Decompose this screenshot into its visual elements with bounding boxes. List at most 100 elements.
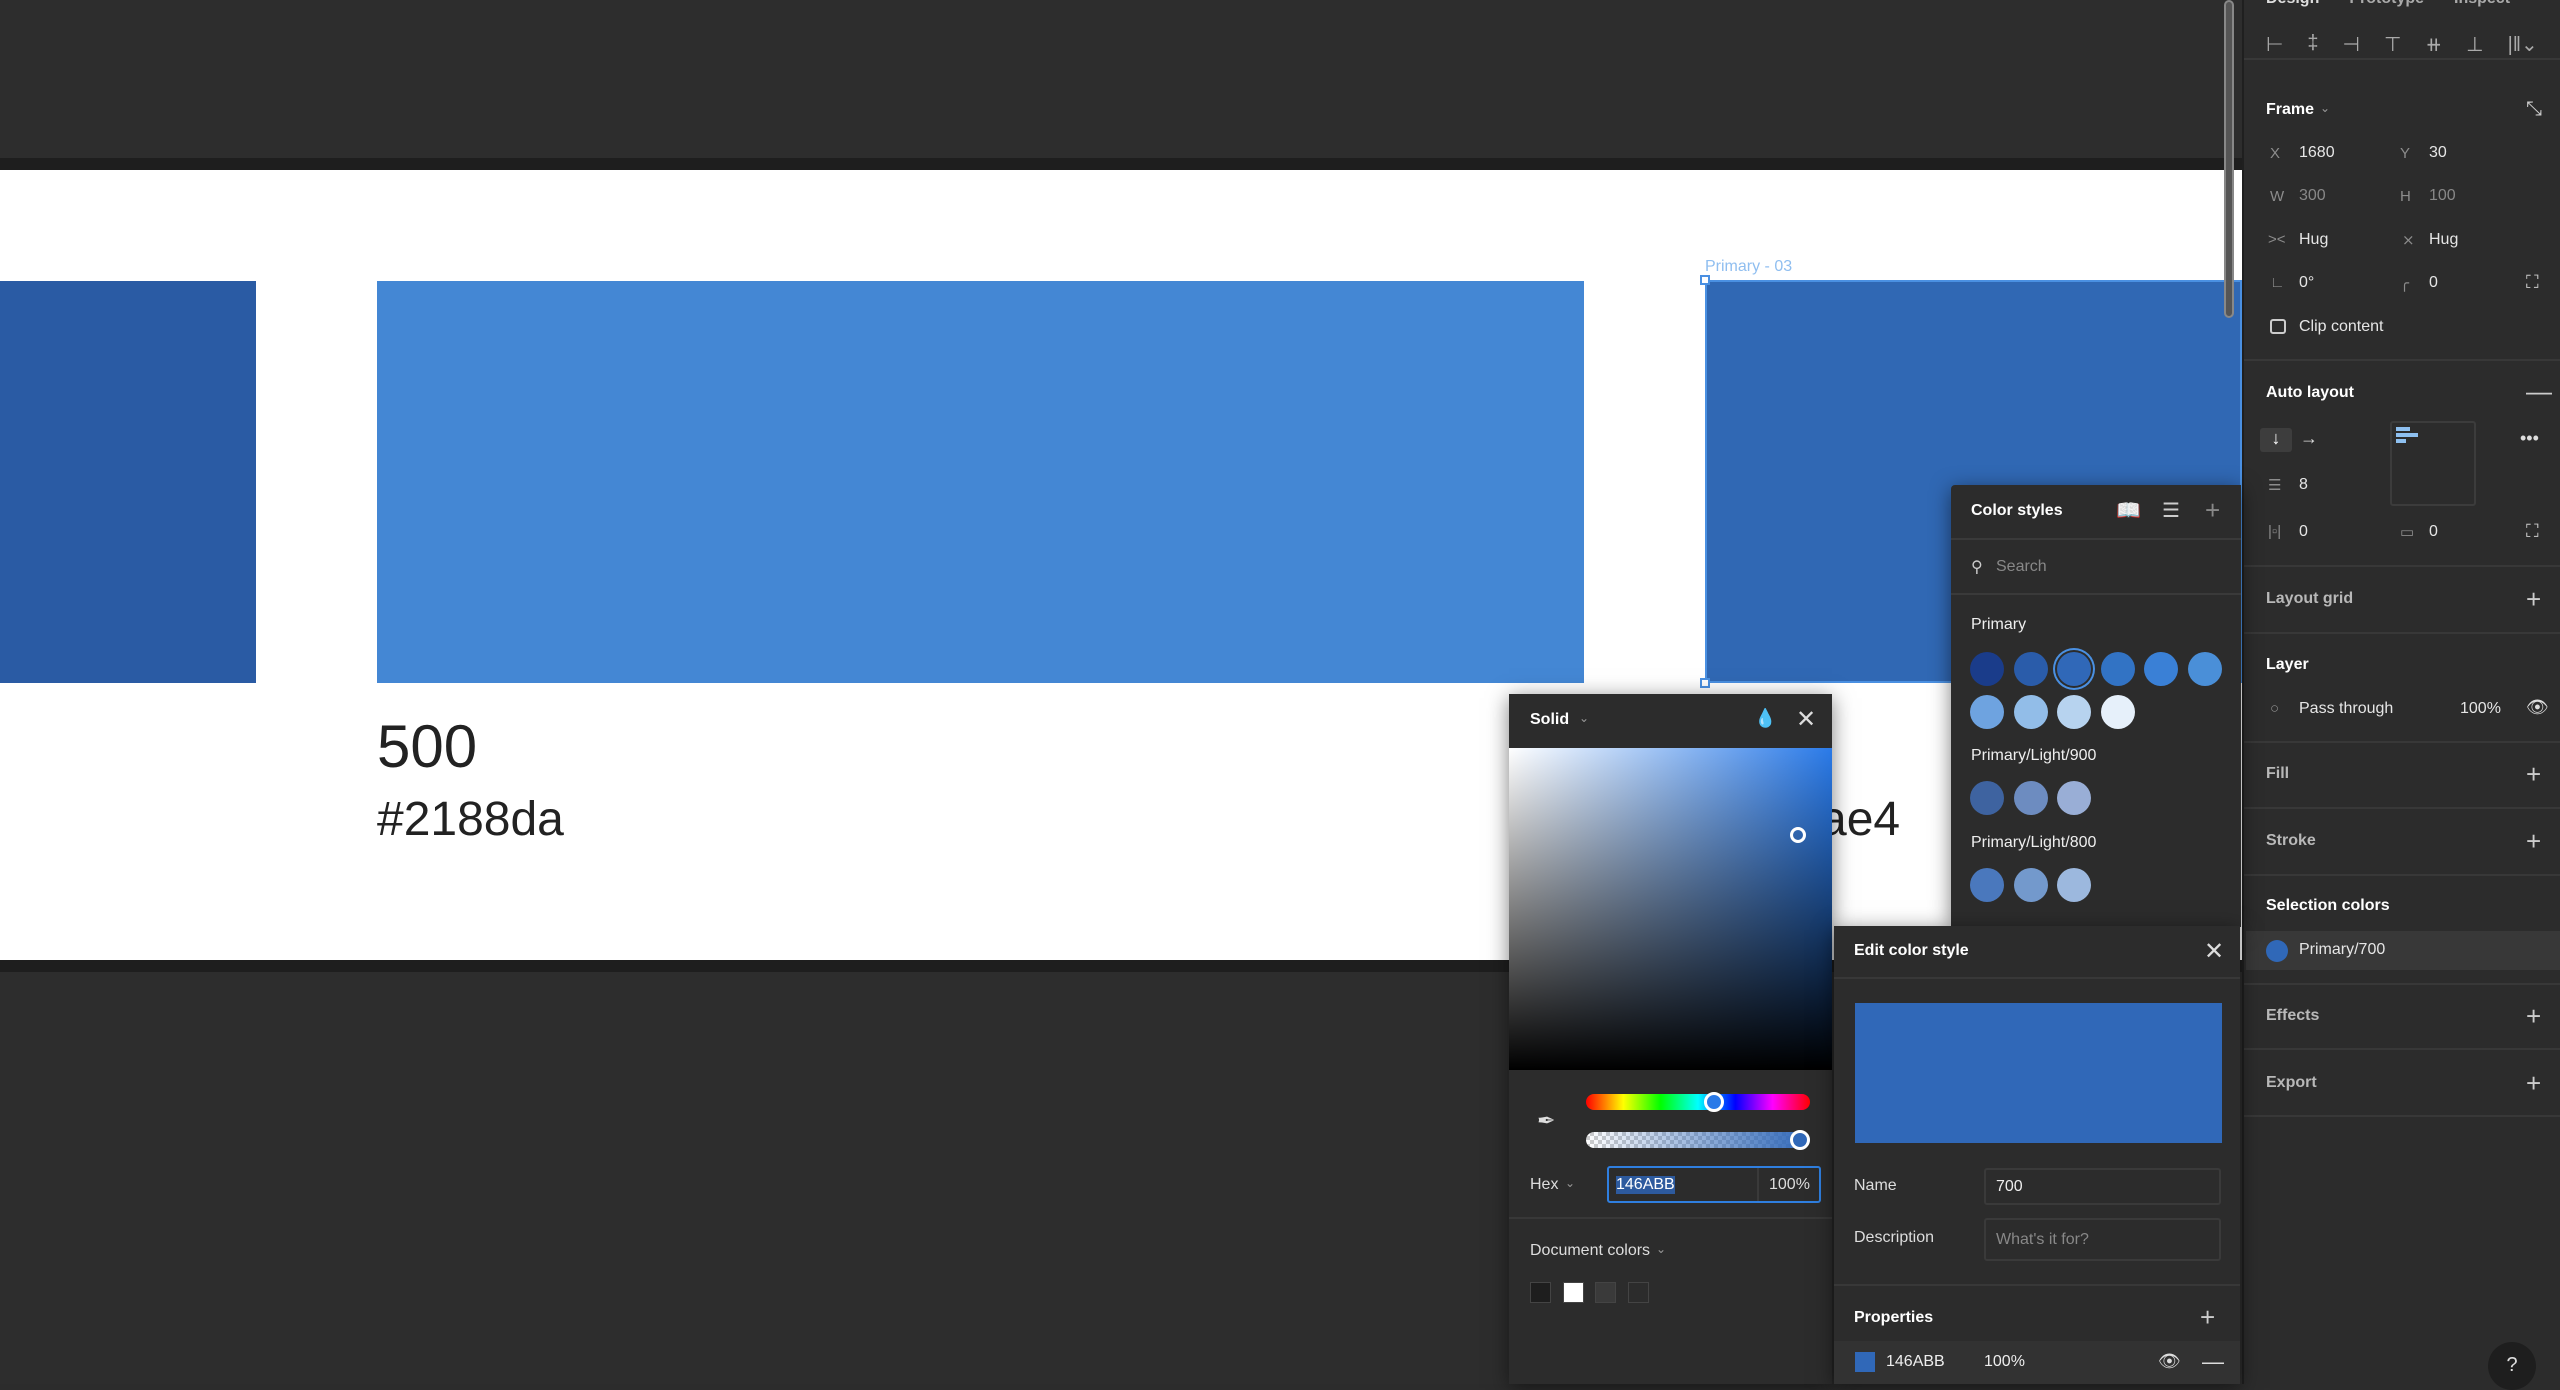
document-color-swatch[interactable] [1562,1282,1584,1303]
spacing-field[interactable]: 8 [2299,476,2308,494]
more-options-icon[interactable]: ••• [2520,428,2539,449]
y-field[interactable]: 30 [2429,144,2447,162]
frame-title[interactable]: Frame [2266,101,2314,119]
add-fill-icon[interactable]: + [2526,761,2541,787]
color-style-swatch[interactable] [1970,781,2004,815]
direction-vertical-icon[interactable]: ↓ [2260,428,2292,452]
color-style-swatch[interactable] [2057,695,2091,729]
eye-icon[interactable]: 👁 [2158,1351,2181,1372]
frame-label[interactable]: Primary - 03 [1705,258,1792,276]
clip-content-checkbox[interactable] [2270,319,2286,334]
color-style-swatch[interactable] [1970,695,2004,729]
color-style-swatch[interactable] [2013,781,2048,815]
color-style-swatch[interactable] [1970,652,2004,686]
color-style-swatch[interactable] [1970,868,2004,902]
color-swatch-rect[interactable] [0,281,256,683]
align-middle-icon[interactable]: ⧺ [2425,32,2442,57]
chevron-down-icon[interactable]: ⌄ [1579,711,1589,725]
canvas-scrollbar[interactable] [2224,0,2234,318]
hex-input-group[interactable]: 146ABB 100% [1607,1166,1821,1203]
color-style-swatch[interactable] [2100,695,2135,729]
list-view-icon[interactable]: ☰ [2162,498,2180,523]
add-effect-icon[interactable]: + [2526,1003,2541,1029]
color-swatch-rect-500[interactable] [377,281,1584,683]
property-color-swatch[interactable] [1855,1352,1875,1372]
color-style-swatch[interactable] [2100,652,2135,686]
layer-opacity-field[interactable]: 100% [2460,700,2501,718]
selection-color-item[interactable]: Primary/700 [2246,931,2560,970]
align-right-icon[interactable]: ⊣ [2343,32,2360,57]
help-button[interactable]: ? [2488,1342,2536,1390]
width-sizing-select[interactable]: Hug [2299,231,2328,249]
add-layout-grid-icon[interactable]: + [2526,586,2541,612]
align-center-h-icon[interactable]: ‡ [2307,32,2318,57]
individual-padding-icon[interactable]: ⛶ [2526,521,2539,542]
distribute-icon[interactable]: |‖⌄ [2508,32,2538,57]
close-icon[interactable]: ✕ [2204,937,2224,966]
add-stroke-icon[interactable]: + [2526,828,2541,854]
opacity-input[interactable]: 100% [1769,1176,1810,1194]
color-style-swatch[interactable] [2013,695,2048,729]
independent-corners-icon[interactable]: ⛶ [2526,272,2539,293]
eye-icon[interactable]: 👁 [2526,697,2549,718]
color-style-swatch[interactable] [2013,868,2048,902]
radius-field[interactable]: 0 [2429,274,2438,292]
color-style-swatch[interactable] [2013,652,2048,686]
library-icon[interactable]: 📖 [2116,498,2141,523]
opacity-slider[interactable] [1586,1130,1810,1150]
hue-slider-thumb[interactable] [1704,1092,1725,1112]
document-colors-select[interactable]: Document colors [1530,1242,1650,1260]
opacity-slider-thumb[interactable] [1790,1130,1810,1150]
height-sizing-select[interactable]: Hug [2429,231,2458,249]
close-icon[interactable]: ✕ [1796,705,1816,734]
x-field[interactable]: 1680 [2299,144,2335,162]
add-property-icon[interactable]: + [2200,1304,2215,1330]
hue-slider[interactable] [1586,1092,1810,1112]
blend-drop-icon[interactable]: 💧 [1754,708,1776,729]
alignment-grid[interactable] [2390,421,2476,506]
resize-handle[interactable] [1700,678,1710,688]
vertical-padding-field[interactable]: 0 [2429,523,2438,541]
direction-horizontal-icon[interactable]: → [2300,428,2318,449]
resize-handle[interactable] [1700,275,1710,285]
chevron-down-icon[interactable]: ⌄ [1565,1176,1575,1190]
color-handle[interactable] [1790,827,1806,843]
saturation-brightness-area[interactable] [1509,748,1832,1070]
document-color-swatch[interactable] [1530,1282,1551,1303]
color-format-select[interactable]: Hex [1530,1176,1558,1194]
fill-type-select[interactable]: Solid [1530,711,1569,729]
color-style-swatch[interactable] [2057,652,2091,686]
hex-input[interactable]: 146ABB [1616,1176,1675,1194]
h-field[interactable]: 100 [2429,187,2456,205]
property-opacity[interactable]: 100% [1984,1353,2025,1371]
align-top-icon[interactable]: ⊤ [2384,32,2401,57]
create-style-icon[interactable]: + [2205,497,2220,523]
resize-to-fit-icon[interactable]: ⤡ [2526,98,2542,121]
tab-design[interactable]: Design [2266,0,2319,8]
chevron-down-icon[interactable]: ⌄ [1656,1242,1666,1256]
horizontal-padding-field[interactable]: 0 [2299,523,2308,541]
color-style-swatch[interactable] [2057,781,2091,815]
align-bottom-icon[interactable]: ⊥ [2466,32,2483,57]
blend-mode-select[interactable]: Pass through [2299,700,2393,718]
eyedropper-icon[interactable]: ✒ [1537,1108,1555,1134]
tab-prototype[interactable]: Prototype [2349,0,2424,8]
name-input[interactable]: 700 [1984,1168,2221,1205]
align-left-icon[interactable]: ⊢ [2266,32,2283,57]
chevron-down-icon[interactable]: ⌄ [2320,101,2330,115]
document-color-swatch[interactable] [1627,1282,1649,1303]
tab-inspect[interactable]: Inspect [2454,0,2510,8]
add-export-icon[interactable]: + [2526,1070,2541,1096]
color-style-swatch[interactable] [2057,868,2091,902]
rotation-field[interactable]: 0° [2299,274,2314,292]
description-input[interactable]: What's it for? [1984,1218,2221,1261]
color-style-swatch[interactable] [2144,652,2178,686]
remove-auto-layout-icon[interactable]: — [2526,378,2552,404]
property-hex[interactable]: 146ABB [1886,1353,1945,1371]
w-field[interactable]: 300 [2299,187,2326,205]
search-input[interactable]: Search [1996,558,2047,576]
document-color-swatch[interactable] [1595,1282,1616,1303]
remove-property-icon[interactable]: — [2202,1349,2224,1375]
color-style-swatch[interactable] [2187,652,2222,686]
property-row[interactable]: 146ABB 100% 👁 — [1834,1341,2240,1384]
